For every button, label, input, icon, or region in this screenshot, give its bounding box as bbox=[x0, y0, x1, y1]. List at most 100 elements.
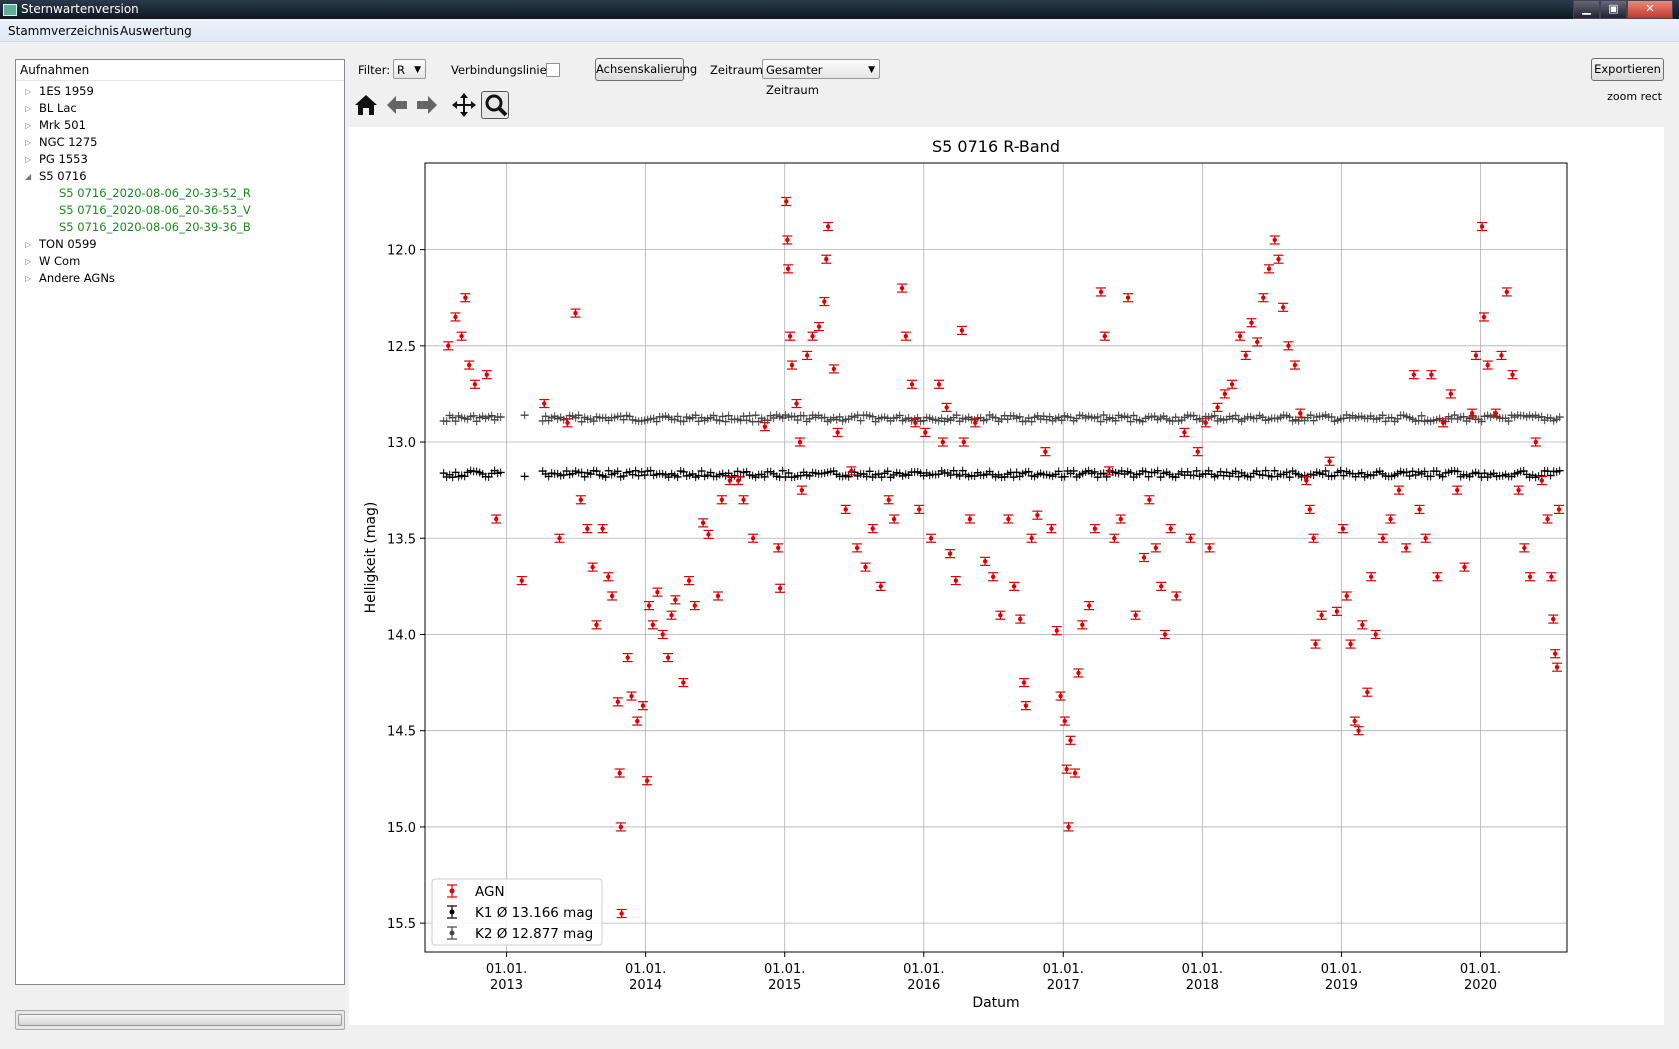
agn-point bbox=[1373, 632, 1378, 637]
agn-point bbox=[1280, 305, 1286, 310]
y-tick-label: 12.0 bbox=[387, 244, 416, 259]
filter-select[interactable]: R ▼ bbox=[393, 59, 426, 79]
agn-point bbox=[578, 497, 584, 502]
agn-point bbox=[1539, 478, 1545, 483]
chevron-down-icon: ▼ bbox=[868, 65, 875, 75]
agn-point bbox=[585, 526, 590, 531]
scrollbar-thumb[interactable] bbox=[18, 1014, 342, 1026]
collapsed-arrow-icon[interactable]: ▷ bbox=[25, 100, 31, 117]
agn-point bbox=[1352, 718, 1357, 724]
x-tick-label: 01.01. 2019 bbox=[1321, 962, 1362, 993]
agn-point bbox=[1035, 512, 1040, 518]
agn-point bbox=[715, 593, 721, 599]
forward-arrow-icon[interactable] bbox=[413, 91, 441, 119]
agn-point bbox=[776, 545, 781, 551]
tree-item-label: S5 0716 bbox=[39, 169, 87, 183]
agn-point bbox=[878, 584, 883, 589]
agn-point bbox=[1368, 574, 1374, 579]
x-tick-label: 01.01. 2014 bbox=[625, 962, 666, 993]
agn-point bbox=[1356, 728, 1361, 733]
agn-point bbox=[1504, 289, 1509, 295]
minimize-button[interactable]: ▁ bbox=[1573, 0, 1600, 19]
agn-point bbox=[1195, 449, 1200, 454]
close-button[interactable]: ✕ bbox=[1627, 0, 1673, 19]
agn-point bbox=[1334, 609, 1340, 614]
agn-point bbox=[1304, 478, 1309, 483]
agn-point bbox=[635, 718, 640, 724]
agn-point bbox=[1023, 703, 1029, 708]
agn-point bbox=[1147, 497, 1152, 502]
menu-stammverzeichnis[interactable]: Stammverzeichnis bbox=[8, 24, 119, 38]
agn-point bbox=[625, 655, 630, 660]
zoom-icon[interactable] bbox=[481, 91, 509, 119]
agn-point bbox=[1222, 391, 1228, 397]
plot-canvas[interactable]: 12.0 12.5 13.0 13.5 14.0 14.5 15.0 15.5 01.01. 20… bbox=[349, 127, 1664, 1025]
pan-icon[interactable] bbox=[450, 91, 478, 119]
x-tick-label: 01.01. 2017 bbox=[1043, 962, 1084, 993]
agn-point bbox=[1551, 616, 1556, 622]
agn-point bbox=[1017, 616, 1023, 622]
agn-point bbox=[1554, 664, 1560, 670]
collapsed-arrow-icon[interactable]: ▷ bbox=[25, 134, 31, 151]
agn-point bbox=[1118, 516, 1123, 522]
filter-label: Filter: bbox=[358, 63, 391, 77]
agn-point bbox=[706, 532, 711, 537]
agn-point bbox=[990, 574, 996, 579]
collapsed-arrow-icon[interactable]: ▷ bbox=[25, 83, 31, 100]
collapsed-arrow-icon[interactable]: ▷ bbox=[25, 236, 31, 253]
collapsed-arrow-icon[interactable]: ▷ bbox=[25, 151, 31, 168]
tree-header: Aufnahmen bbox=[16, 60, 344, 81]
agn-point bbox=[1348, 641, 1353, 647]
agn-point bbox=[640, 703, 646, 708]
agn-point bbox=[1272, 237, 1277, 243]
lines-checkbox[interactable] bbox=[546, 63, 560, 77]
agn-point bbox=[816, 324, 822, 329]
agn-point bbox=[617, 770, 622, 776]
collapsed-arrow-icon[interactable]: ▷ bbox=[25, 270, 31, 287]
legend-marker bbox=[449, 888, 455, 894]
agn-point bbox=[727, 478, 733, 483]
agn-point bbox=[909, 382, 915, 387]
agn-point bbox=[936, 382, 942, 387]
agn-point bbox=[789, 362, 795, 368]
agn-point bbox=[1158, 584, 1164, 589]
agn-point bbox=[650, 622, 656, 628]
agn-point bbox=[1552, 651, 1558, 656]
agn-point bbox=[519, 578, 524, 583]
agn-point bbox=[673, 597, 678, 603]
agn-point bbox=[1068, 738, 1073, 743]
agn-point bbox=[794, 401, 799, 406]
agn-point bbox=[590, 564, 595, 570]
window-titlebar: Sternwartenversion ▁ ▣ ✕ bbox=[0, 0, 1679, 19]
maximize-button[interactable]: ▣ bbox=[1600, 0, 1627, 19]
agn-point bbox=[1062, 718, 1067, 724]
agn-point bbox=[719, 497, 725, 502]
agn-point bbox=[1462, 564, 1467, 570]
tree-item-label: TON 0599 bbox=[39, 237, 97, 251]
y-tick-label: 12.5 bbox=[387, 340, 416, 355]
axis-scaling-button[interactable]: Achsenskalierung bbox=[595, 58, 697, 81]
agn-point bbox=[600, 526, 605, 531]
period-select[interactable]: Gesamter Zeitraum ▼ bbox=[762, 59, 880, 97]
horizontal-scrollbar[interactable] bbox=[15, 1010, 345, 1030]
agn-point bbox=[1417, 507, 1422, 512]
x-axis-label: Datum bbox=[972, 995, 1019, 1011]
export-button[interactable]: Exportieren bbox=[1591, 58, 1664, 81]
agn-point bbox=[646, 603, 652, 608]
agn-point bbox=[831, 366, 837, 372]
agn-point bbox=[1396, 487, 1402, 493]
agn-point bbox=[891, 516, 897, 522]
agn-point bbox=[973, 420, 978, 425]
menu-auswertung[interactable]: Auswertung bbox=[120, 24, 192, 38]
collapsed-arrow-icon[interactable]: ▷ bbox=[25, 253, 31, 270]
collapsed-arrow-icon[interactable]: ▷ bbox=[25, 117, 31, 134]
home-icon[interactable] bbox=[352, 91, 380, 119]
agn-point bbox=[736, 478, 741, 483]
tree-child-label: S5 0716_2020-08-06_20-33-52_R bbox=[59, 186, 251, 200]
agn-point bbox=[1098, 289, 1104, 295]
agn-point bbox=[1076, 670, 1081, 676]
light-curve-chart[interactable]: 12.0 12.5 13.0 13.5 14.0 14.5 15.0 15.5 01.01. 20… bbox=[349, 127, 1664, 1025]
legend-entry: K2 Ø 12.877 mag bbox=[475, 926, 593, 942]
back-arrow-icon[interactable] bbox=[383, 91, 411, 119]
expanded-arrow-icon[interactable]: ◢ bbox=[25, 168, 31, 185]
